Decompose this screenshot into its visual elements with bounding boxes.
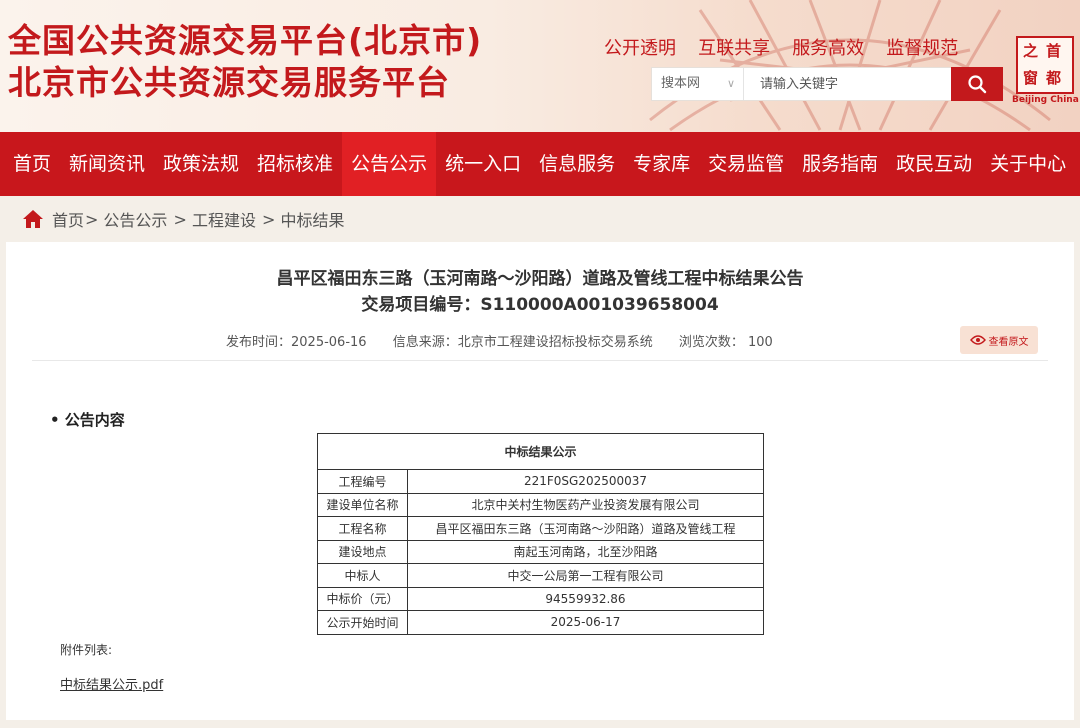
slogan: 监督规范: [886, 38, 959, 59]
logo-char: 之: [1023, 42, 1039, 60]
search-icon: [968, 75, 987, 94]
row-value: 南起玉河南路，北至沙阳路: [407, 539, 764, 564]
nav-item-guide[interactable]: 服务指南: [793, 132, 887, 196]
row-value: 2025-06-17: [407, 610, 764, 635]
search-scope-label: 搜本网: [661, 76, 701, 91]
birds-nest-stadium-image: [649, 0, 1051, 132]
breadcrumb-current: 中标结果: [280, 211, 345, 230]
slogans: 公开透明 互联共享 服务高效 监督规范: [604, 34, 975, 60]
nav-item-info-service[interactable]: 信息服务: [530, 132, 624, 196]
publish-time: 发布时间：2025-06-16: [226, 335, 367, 350]
article-panel: 昌平区福田东三路（玉河南路～沙阳路）道路及管线工程中标结果公告 交易项目编号：S…: [6, 242, 1074, 720]
divider: [32, 360, 1048, 361]
attachment-link[interactable]: 中标结果公示.pdf: [60, 674, 163, 693]
info-source: 信息来源：北京市工程建设招标投标交易系统: [392, 335, 653, 350]
row-value: 北京中关村生物医药产业投资发展有限公司: [407, 492, 764, 517]
logo-char: 窗: [1023, 69, 1039, 87]
article-title: 昌平区福田东三路（玉河南路～沙阳路）道路及管线工程中标结果公告: [276, 269, 804, 289]
row-key: 中标价（元）: [317, 586, 408, 611]
bid-result-table: 中标结果公示 工程编号 221F0SG202500037 建设单位名称 北京中关…: [317, 433, 764, 635]
nav-item-experts[interactable]: 专家库: [624, 132, 699, 196]
logo-caption: Beijing China: [1012, 95, 1079, 105]
row-value: 昌平区福田东三路（玉河南路～沙阳路）道路及管线工程: [407, 516, 764, 541]
logo-char: 都: [1046, 69, 1062, 87]
table-row: 中标人 中交一公局第一工程有限公司: [317, 563, 764, 588]
site-title-line1: 全国公共资源交易平台(北京市): [8, 21, 483, 60]
breadcrumb: 首页 > 公告公示 > 工程建设 > 中标结果: [22, 207, 344, 231]
row-value: 94559932.86: [407, 586, 764, 611]
row-value: 中交一公局第一工程有限公司: [407, 563, 764, 588]
search-button[interactable]: [951, 67, 1003, 101]
view-original-button[interactable]: 查看原文: [960, 326, 1038, 354]
table-title: 中标结果公示: [317, 433, 764, 470]
site-title-line2: 北京市公共资源交易服务平台: [8, 63, 450, 102]
table-row: 中标价（元） 94559932.86: [317, 586, 764, 611]
nav-item-interaction[interactable]: 政民互动: [887, 132, 981, 196]
row-key: 建设地点: [317, 539, 408, 564]
nav-item-announcements[interactable]: 公告公示: [342, 132, 437, 196]
row-key: 公示开始时间: [317, 610, 408, 635]
slogan: 服务高效: [792, 38, 865, 59]
home-icon: [23, 210, 43, 228]
table-header-row: 中标结果公示: [317, 433, 764, 470]
article-meta: 发布时间：2025-06-16 信息来源：北京市工程建设招标投标交易系统 浏览次…: [226, 331, 795, 350]
attachments-label: 附件列表:: [60, 643, 113, 657]
article-subtitle: 交易项目编号：S110000A001039658004: [361, 295, 719, 315]
row-key: 建设单位名称: [317, 492, 408, 517]
table-row: 公示开始时间 2025-06-17: [317, 610, 764, 635]
row-value: 221F0SG202500037: [407, 469, 764, 494]
nav-item-news[interactable]: 新闻资讯: [60, 132, 154, 196]
row-key: 工程名称: [317, 516, 408, 541]
main-nav: 首页 新闻资讯 政策法规 招标核准 公告公示 统一入口 信息服务 专家库 交易监…: [0, 132, 1080, 196]
nav-item-supervision[interactable]: 交易监管: [699, 132, 793, 196]
chevron-down-icon: ∨: [726, 77, 735, 90]
slogan: 公开透明: [604, 38, 676, 59]
section-title: • 公告内容: [50, 411, 125, 429]
search-input[interactable]: [744, 68, 951, 100]
table-row: 工程编号 221F0SG202500037: [317, 469, 764, 494]
search-box: 搜本网 ∨: [651, 67, 1003, 101]
nav-item-unified-entry[interactable]: 统一入口: [436, 132, 530, 196]
search-scope-select[interactable]: 搜本网 ∨: [652, 68, 744, 100]
nav-item-home[interactable]: 首页: [4, 132, 60, 196]
row-key: 中标人: [317, 563, 408, 588]
table-row: 工程名称 昌平区福田东三路（玉河南路～沙阳路）道路及管线工程: [317, 516, 764, 541]
view-original-label: 查看原文: [988, 336, 1029, 348]
site-header: 全国公共资源交易平台(北京市) 北京市公共资源交易服务平台 公开透明 互联共享 …: [0, 0, 1080, 132]
slogan: 互联共享: [698, 38, 771, 59]
breadcrumb-home[interactable]: 首页: [52, 207, 84, 231]
capital-window-logo[interactable]: 首 都 之 窗: [1016, 36, 1074, 94]
view-count: 浏览次数： 100: [678, 335, 773, 350]
eye-icon: [969, 335, 986, 345]
breadcrumb-announcements[interactable]: 公告公示: [103, 207, 167, 231]
nav-item-about[interactable]: 关于中心: [981, 132, 1075, 196]
nav-item-bid-approval[interactable]: 招标核准: [248, 132, 342, 196]
row-key: 工程编号: [317, 469, 408, 494]
nav-item-policy[interactable]: 政策法规: [154, 132, 248, 196]
table-row: 建设地点 南起玉河南路，北至沙阳路: [317, 539, 764, 564]
breadcrumb-construction[interactable]: 工程建设: [192, 207, 256, 231]
logo-char: 首: [1046, 42, 1062, 60]
table-row: 建设单位名称 北京中关村生物医药产业投资发展有限公司: [317, 492, 764, 517]
